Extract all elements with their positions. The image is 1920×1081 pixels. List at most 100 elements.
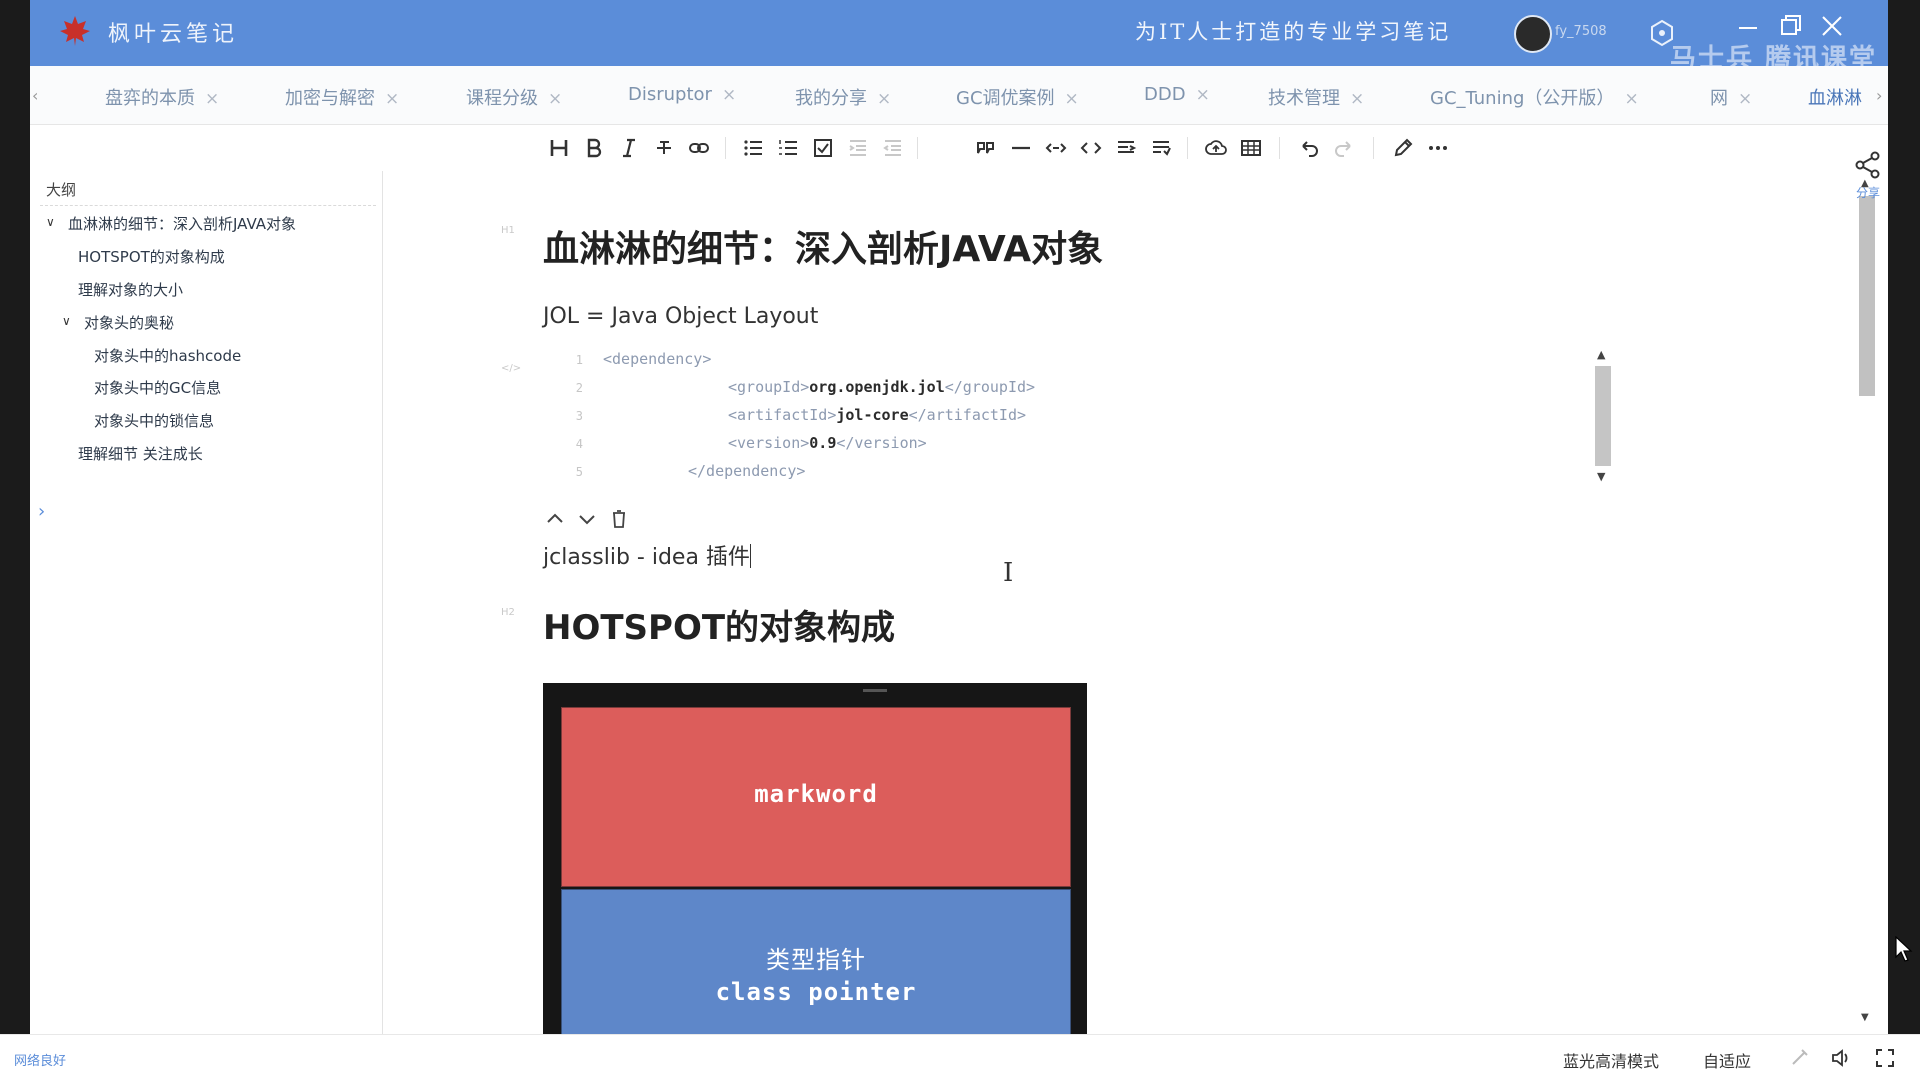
tab[interactable]: DDD × [1144, 84, 1210, 110]
scrollbar-thumb[interactable] [1859, 196, 1875, 396]
numbered-list-icon[interactable] [773, 133, 803, 163]
tab[interactable]: 盘弈的本质 × [105, 84, 219, 110]
diagram-notch [863, 689, 887, 692]
code-line[interactable]: <version>0.9</version> [728, 434, 927, 452]
editor-content[interactable]: H1 血淋淋的细节：深入剖析JAVA对象 JOL = Java Object L… [383, 171, 1843, 1034]
minimize-icon[interactable] [1730, 8, 1766, 44]
object-layout-diagram[interactable]: markword 类型指针 class pointer [543, 683, 1087, 1034]
block-type-marker: H1 [501, 225, 515, 236]
tab[interactable]: 课程分级 × [466, 84, 562, 110]
tab-label: GC调优案例 [956, 88, 1055, 109]
move-up-icon[interactable] [543, 507, 567, 531]
outdent-icon[interactable] [878, 133, 908, 163]
code-inline-icon[interactable] [1041, 133, 1071, 163]
tab-close-icon[interactable]: × [548, 89, 562, 109]
toolbar-separator [1373, 137, 1374, 159]
upload-icon[interactable] [1201, 133, 1231, 163]
tab-close-icon[interactable]: × [1624, 89, 1638, 109]
fit-mode-button[interactable]: 自适应 [1703, 1048, 1751, 1072]
tab-close-icon[interactable]: × [1350, 89, 1364, 109]
outline-item[interactable]: 理解细节 关注成长 [78, 443, 203, 464]
chevron-down-icon[interactable]: ∨ [62, 314, 71, 328]
tab[interactable]: GC_Tuning（公开版） × [1430, 84, 1639, 110]
checklist-icon[interactable] [808, 133, 838, 163]
indent-icon[interactable] [843, 133, 873, 163]
code-line[interactable]: <dependency> [603, 350, 711, 368]
outline-item[interactable]: HOTSPOT的对象构成 [78, 246, 225, 267]
tab-close-icon[interactable]: × [877, 89, 891, 109]
outline-item[interactable]: 对象头中的锁信息 [94, 410, 214, 431]
tab[interactable]: 技术管理 × [1268, 84, 1364, 110]
volume-icon[interactable] [1830, 1047, 1852, 1069]
fullscreen-icon[interactable] [1874, 1047, 1896, 1069]
code-block-icon[interactable] [1076, 133, 1106, 163]
quote-icon[interactable] [971, 133, 1001, 163]
heading-icon[interactable] [544, 133, 574, 163]
code-line[interactable]: <groupId>org.openjdk.jol</groupId> [728, 378, 1035, 396]
class-pointer-en-label: class pointer [715, 978, 917, 1006]
share-button[interactable]: 分享 [1848, 150, 1888, 201]
tab-scroll-right-icon[interactable]: › [1876, 86, 1882, 105]
code-scroll-down-icon[interactable]: ▼ [1597, 470, 1605, 483]
toolbar-separator [725, 137, 726, 159]
redo-icon[interactable] [1329, 133, 1359, 163]
pin-icon[interactable] [1790, 1047, 1810, 1067]
delete-icon[interactable] [607, 507, 631, 531]
move-down-icon[interactable] [575, 507, 599, 531]
chevron-right-icon[interactable]: › [38, 501, 45, 522]
pen-icon[interactable] [1388, 133, 1418, 163]
user-avatar[interactable] [1514, 15, 1552, 53]
network-status: 网络良好 [14, 1054, 67, 1069]
tab-label: 血淋淋 [1808, 88, 1862, 109]
tab-close-icon[interactable]: × [1065, 89, 1079, 109]
document-heading-2[interactable]: HOTSPOT的对象构成 [543, 600, 895, 649]
tab-active[interactable]: 血淋淋 [1808, 84, 1862, 110]
divider-icon[interactable] [1006, 133, 1036, 163]
username[interactable]: fy_7508 [1555, 24, 1607, 39]
code-line[interactable]: </dependency> [688, 462, 805, 480]
document-heading-1[interactable]: 血淋淋的细节：深入剖析JAVA对象 [543, 220, 1103, 272]
tab[interactable]: 我的分享 × [795, 84, 891, 110]
link-icon[interactable] [684, 133, 714, 163]
tab[interactable]: 加密与解密 × [285, 84, 399, 110]
maximize-icon[interactable] [1772, 8, 1808, 44]
code-block[interactable]: 1 <dependency> 2 <groupId>org.openjdk.jo… [543, 348, 1663, 493]
code-value: jol-core [836, 406, 909, 424]
bold-icon[interactable] [579, 133, 609, 163]
align-icon[interactable] [1111, 133, 1141, 163]
outline-item[interactable]: 对象头中的GC信息 [94, 377, 221, 398]
tab-close-icon[interactable]: × [1196, 85, 1210, 105]
tab-close-icon[interactable]: × [722, 85, 736, 105]
outline-item[interactable]: 对象头中的hashcode [94, 345, 241, 366]
outline-item[interactable]: 理解对象的大小 [78, 279, 183, 300]
tab-close-icon[interactable]: × [1738, 89, 1752, 109]
tab[interactable]: GC调优案例 × [956, 84, 1079, 110]
undo-icon[interactable] [1294, 133, 1324, 163]
code-scrollbar-thumb[interactable] [1595, 366, 1611, 466]
outline-item[interactable]: 对象头的奥秘 [84, 312, 174, 333]
tab-scroll-left-icon[interactable]: ‹ [32, 86, 38, 105]
chevron-down-icon[interactable]: ∨ [46, 215, 55, 229]
table-icon[interactable] [1236, 133, 1266, 163]
bullet-list-icon[interactable] [738, 133, 768, 163]
strikethrough-icon[interactable] [649, 133, 679, 163]
more-icon[interactable] [1423, 133, 1453, 163]
quality-mode-button[interactable]: 蓝光高清模式 [1563, 1048, 1659, 1072]
code-tag: </artifactId> [908, 406, 1027, 424]
line-number: 1 [575, 353, 583, 367]
scroll-down-icon[interactable]: ▼ [1861, 1012, 1869, 1023]
close-icon[interactable] [1814, 8, 1850, 44]
editor-scrollbar[interactable]: ▲ ▼ [1856, 176, 1878, 1026]
tab[interactable]: Disruptor × [628, 84, 736, 110]
paragraph-jol[interactable]: JOL = Java Object Layout [543, 304, 818, 329]
wrap-icon[interactable] [1146, 133, 1176, 163]
outline-item[interactable]: 血淋淋的细节：深入剖析JAVA对象 [68, 213, 296, 234]
tab-close-icon[interactable]: × [385, 89, 399, 109]
tab-close-icon[interactable]: × [205, 89, 219, 109]
italic-icon[interactable] [614, 133, 644, 163]
tab[interactable]: 网 × [1710, 84, 1752, 110]
code-line[interactable]: <artifactId>jol-core</artifactId> [728, 406, 1026, 424]
code-scroll-up-icon[interactable]: ▲ [1597, 348, 1605, 361]
paragraph-jclasslib[interactable]: jclasslib - idea 插件 [543, 539, 751, 571]
block-type-marker: </> [501, 363, 522, 374]
